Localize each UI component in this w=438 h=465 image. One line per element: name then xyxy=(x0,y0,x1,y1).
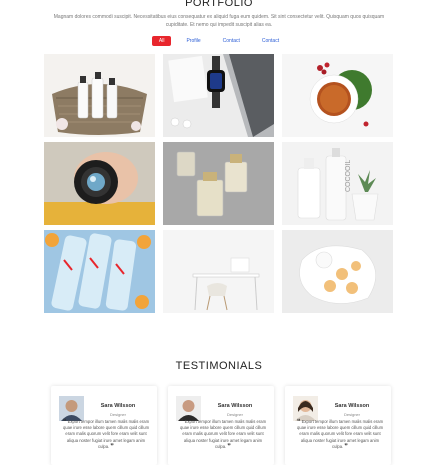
filter-contact[interactable]: Contact xyxy=(215,36,247,46)
testimonial-quote: ❝ Export tempor illum tamen malis malis … xyxy=(179,419,267,450)
portfolio-item-coconut-lotion[interactable]: COCOOIL xyxy=(282,142,393,225)
quote-open-icon: ❝ xyxy=(296,419,301,425)
coconut-lotion-image: COCOOIL xyxy=(282,142,393,225)
camera-lens-image xyxy=(44,142,155,225)
perfume-bottles-image xyxy=(163,142,274,225)
testimonial-card: Sara Wilsson Designer ❝ Export tempor il… xyxy=(285,386,391,465)
cookies-plate-image xyxy=(282,230,393,313)
laptop-smartwatch-image xyxy=(163,54,274,137)
quote-open-icon: ❝ xyxy=(179,419,184,425)
portfolio-item-camera-lens[interactable] xyxy=(44,142,155,225)
water-bottles-image xyxy=(44,230,155,313)
portfolio-item-water-bottles[interactable] xyxy=(44,230,155,313)
portfolio-item-desk-chair[interactable] xyxy=(163,230,274,313)
quote-open-icon: ❝ xyxy=(62,419,67,425)
testimonial-name: Sara Wilsson xyxy=(100,403,136,409)
quote-close-icon: ❞ xyxy=(227,443,231,450)
testimonial-name: Sara Wilsson xyxy=(217,403,253,409)
desk-chair-image xyxy=(163,230,274,313)
portfolio-item-cosmetics-basket[interactable] xyxy=(44,54,155,137)
filter-profile[interactable]: Profile xyxy=(179,36,208,46)
tea-cup-image xyxy=(282,54,393,137)
testimonial-quote: ❝ Export tempor illum tamen malis malis … xyxy=(62,419,150,450)
cosmetics-basket-image xyxy=(44,54,155,137)
testimonial-card: Sara Wilsson Designer ❝ Export tempor il… xyxy=(51,386,157,465)
filter-contact-2[interactable]: Contact xyxy=(254,36,287,46)
portfolio-filters: All Profile Contact Contact xyxy=(0,36,438,46)
testimonial-card: Sara Wilsson Designer ❝ Export tempor il… xyxy=(168,386,274,465)
quote-close-icon: ❞ xyxy=(344,443,348,450)
testimonial-role: Designer xyxy=(226,412,243,417)
portfolio-item-cookies[interactable] xyxy=(282,230,393,313)
quote-close-icon: ❞ xyxy=(110,443,114,450)
svg-text:COCOOIL: COCOOIL xyxy=(345,160,352,192)
portfolio-item-perfume[interactable] xyxy=(163,142,274,225)
filter-all[interactable]: All xyxy=(151,36,172,46)
testimonial-role: Designer xyxy=(109,412,126,417)
testimonial-quote: ❝ Export tempor illum tamen malis malis … xyxy=(296,419,384,450)
portfolio-description: Magnam dolores commodi suscipit. Necessi… xyxy=(53,14,385,28)
testimonial-name: Sara Wilsson xyxy=(334,403,370,409)
portfolio-item-laptop-watch[interactable] xyxy=(163,54,274,137)
testimonials-title: TESTIMONIALS xyxy=(175,360,263,372)
portfolio-item-tea-cup[interactable] xyxy=(282,54,393,137)
portfolio-title: PORTFOLIO xyxy=(185,0,253,9)
testimonial-role: Designer xyxy=(343,412,360,417)
